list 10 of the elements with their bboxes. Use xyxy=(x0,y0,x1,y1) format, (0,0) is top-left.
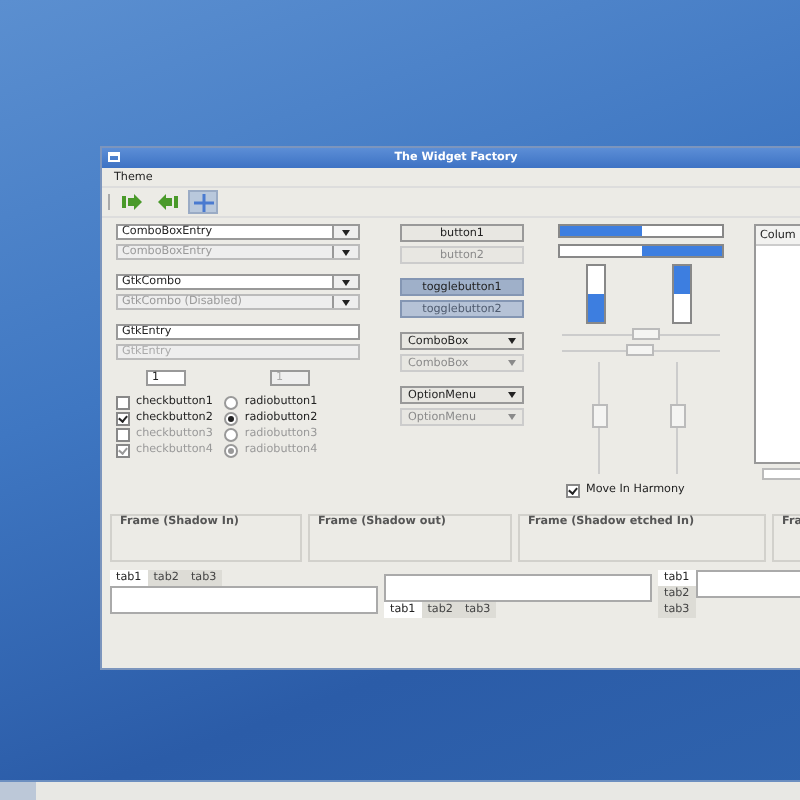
radio-button[interactable] xyxy=(224,411,239,425)
checkbox[interactable] xyxy=(116,411,130,425)
toolbar-button[interactable] xyxy=(188,190,218,214)
checkbox[interactable] xyxy=(566,483,580,497)
checkbox[interactable] xyxy=(116,395,130,409)
toolbar-button[interactable] xyxy=(116,190,146,214)
scrollbar[interactable] xyxy=(762,468,800,480)
tab-page xyxy=(695,570,800,598)
radio-button[interactable] xyxy=(224,395,239,409)
window-menu-icon[interactable] xyxy=(108,152,120,162)
